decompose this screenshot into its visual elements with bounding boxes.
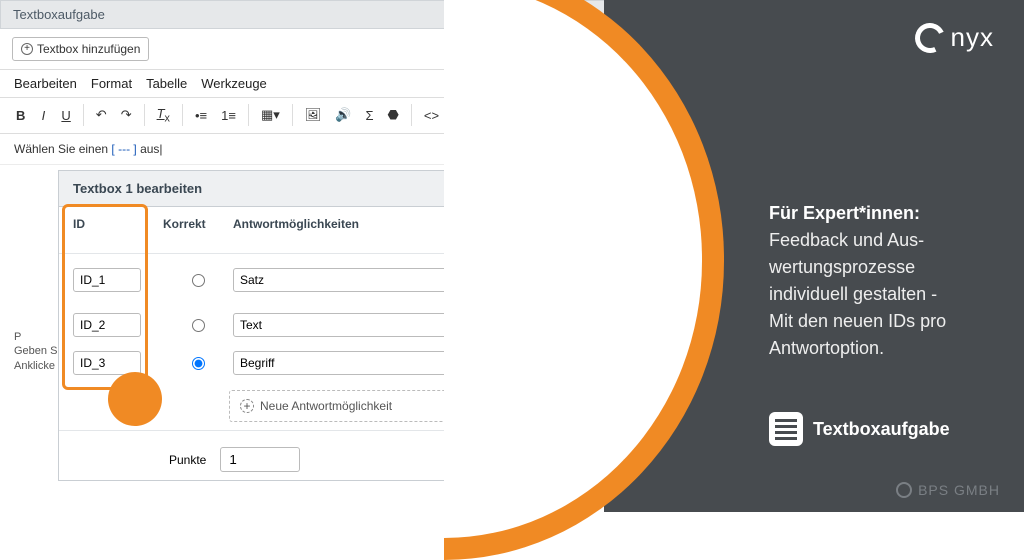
company-name: BPS GMBH <box>918 482 1000 498</box>
correct-radio[interactable] <box>192 357 205 370</box>
menu-format[interactable]: Format <box>91 76 132 91</box>
editor-text-prefix: Wählen Sie einen <box>14 142 111 156</box>
clear-format-button[interactable]: Tx <box>151 102 176 129</box>
plus-icon: + <box>21 43 33 55</box>
bullet-list-button[interactable]: •≡ <box>189 104 213 127</box>
image-button[interactable]: 🖼 <box>299 103 328 127</box>
bps-logo-icon <box>896 482 912 498</box>
promo-text: Für Expert*innen: Feedback und Aus- wert… <box>769 200 1004 362</box>
add-textbox-label: Textbox hinzufügen <box>37 42 140 56</box>
audio-button[interactable]: 🔊 <box>329 103 357 127</box>
onyx-logo: nyx <box>915 22 994 53</box>
textbox-task-icon <box>769 412 803 446</box>
gap-placeholder[interactable]: [ --- ] <box>111 142 136 156</box>
underline-button[interactable]: U <box>55 104 76 127</box>
formula-button[interactable]: Σ <box>359 104 379 127</box>
promo-panel: nyx Für Expert*innen: Feedback und Aus- … <box>604 0 1024 512</box>
correct-radio[interactable] <box>192 319 205 332</box>
id-input[interactable] <box>73 268 141 292</box>
bold-button[interactable]: B <box>10 104 31 127</box>
number-list-button[interactable]: 1≡ <box>215 104 242 127</box>
points-label: Punkte <box>169 453 206 467</box>
object-button[interactable]: ⬣ <box>382 103 405 127</box>
menu-table[interactable]: Tabelle <box>146 76 187 91</box>
logo-c-icon <box>910 18 948 56</box>
menu-edit[interactable]: Bearbeiten <box>14 76 77 91</box>
promo-body: Feedback und Aus- wertungsprozesse indiv… <box>769 230 946 358</box>
editor-text-suffix: aus <box>137 142 160 156</box>
italic-button[interactable]: I <box>33 104 53 127</box>
redo-button[interactable]: ↷ <box>115 103 138 127</box>
points-input[interactable] <box>220 447 300 472</box>
plus-icon: + <box>240 399 254 413</box>
col-id: ID <box>73 217 163 231</box>
add-answer-label: Neue Antwortmöglichkeit <box>260 399 392 413</box>
correct-radio[interactable] <box>192 274 205 287</box>
task-type-label: Textboxaufgabe <box>813 419 950 440</box>
task-type-row: Textboxaufgabe <box>769 412 1004 446</box>
code-button[interactable]: <> <box>418 104 445 127</box>
promo-heading: Für Expert*innen: <box>769 203 920 223</box>
company-footer: BPS GMBH <box>896 482 1000 498</box>
undo-button[interactable]: ↶ <box>90 103 113 127</box>
page-title: Textboxaufgabe <box>13 7 105 22</box>
add-textbox-button[interactable]: + Textbox hinzufügen <box>12 37 149 61</box>
logo-text: nyx <box>951 22 994 53</box>
menu-tools[interactable]: Werkzeuge <box>201 76 267 91</box>
id-input[interactable] <box>73 313 141 337</box>
status-bar-fragment: P Geben S Anklicke <box>14 330 57 373</box>
table-button[interactable]: ▦▾ <box>255 103 286 127</box>
col-correct: Korrekt <box>163 217 233 231</box>
